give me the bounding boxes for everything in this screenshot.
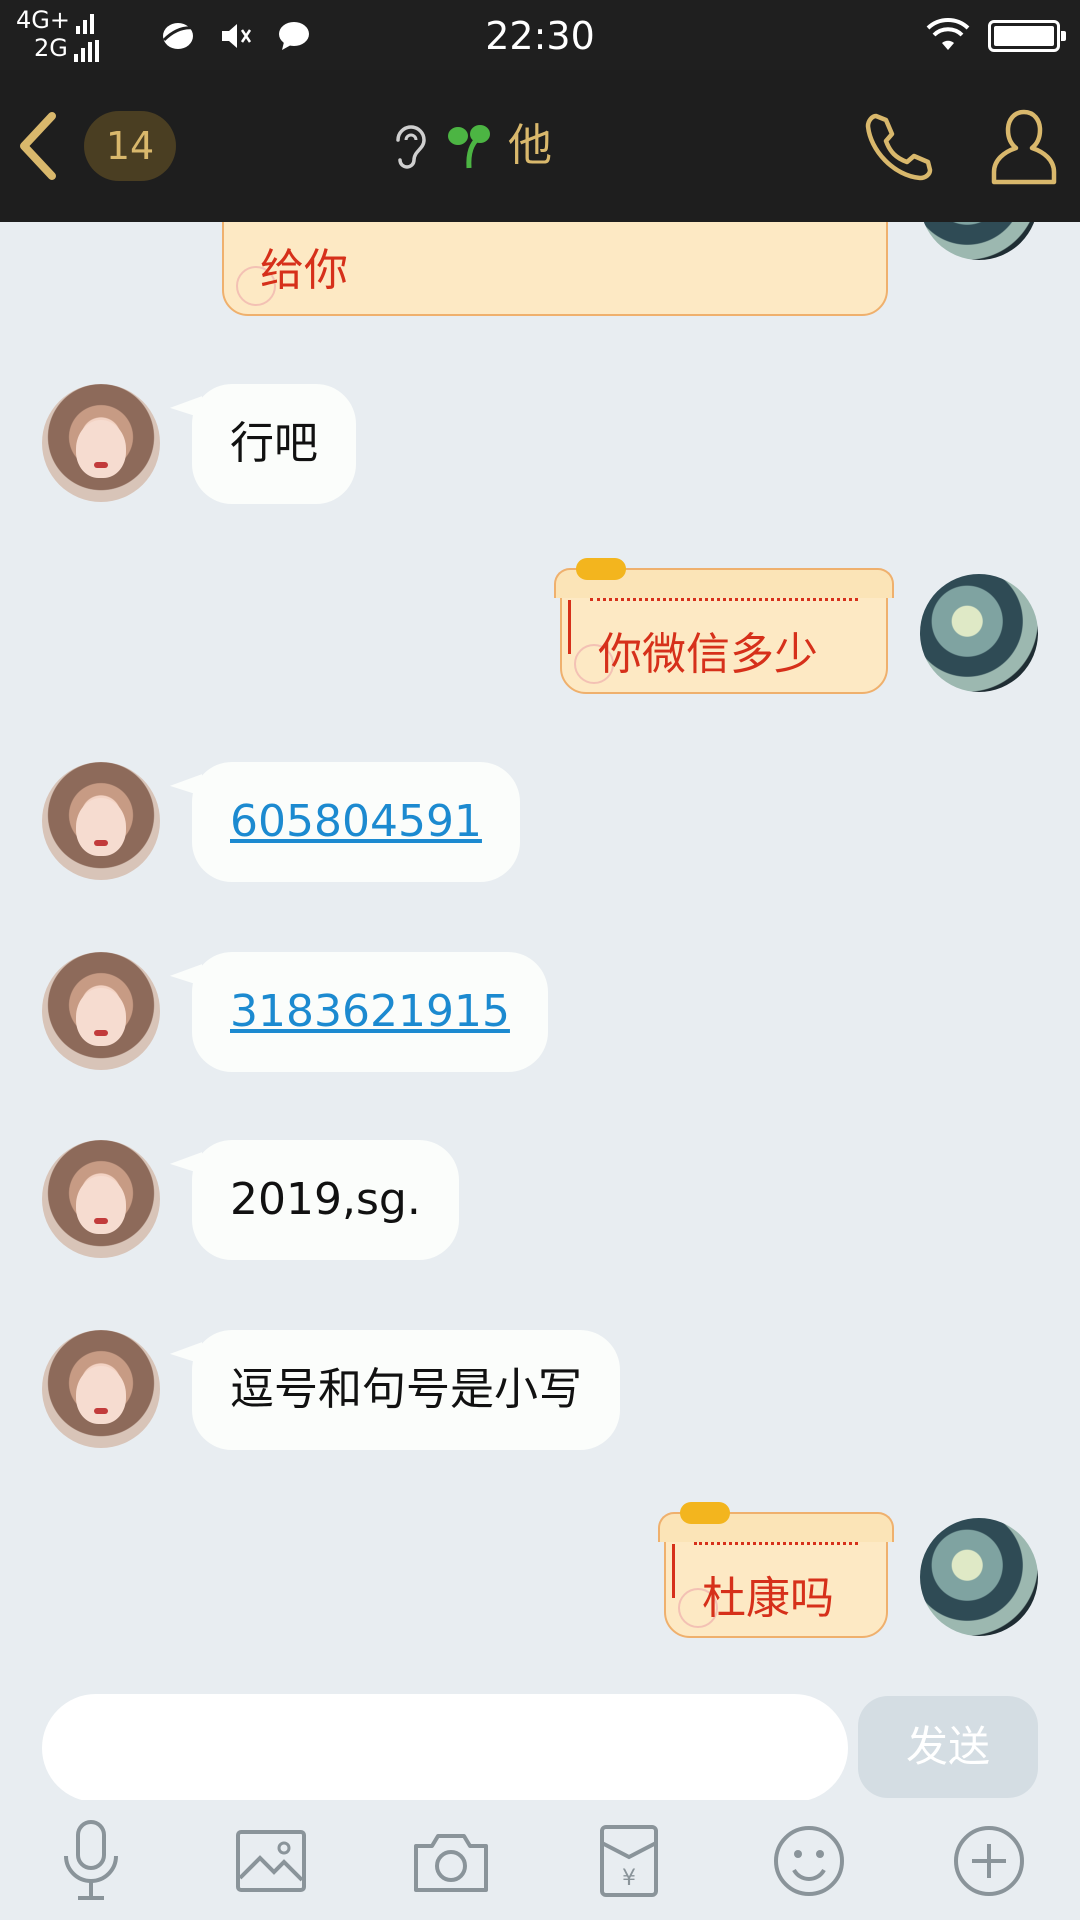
- page-title: 他: [508, 120, 552, 171]
- flower-decoration: [576, 558, 626, 580]
- message-text: 给你: [260, 245, 348, 296]
- message-text: 逗号和句号是小写: [230, 1364, 582, 1415]
- avatar[interactable]: [920, 574, 1038, 692]
- red-packet-icon[interactable]: ¥: [586, 1818, 672, 1904]
- clock: 22:30: [485, 14, 595, 58]
- avatar[interactable]: [42, 952, 160, 1070]
- message-bubble[interactable]: 你微信多少: [554, 558, 894, 694]
- message-text: 杜康吗: [702, 1573, 834, 1624]
- image-icon[interactable]: [228, 1818, 314, 1904]
- message-text: 行吧: [230, 418, 318, 469]
- sprout-icon: [448, 125, 490, 169]
- avatar[interactable]: [42, 762, 160, 880]
- input-toolbar: ¥: [0, 1800, 1080, 1920]
- phone-icon[interactable]: [862, 108, 940, 186]
- unread-count-badge[interactable]: 14: [84, 111, 176, 181]
- plus-icon[interactable]: [946, 1818, 1032, 1904]
- status-bar: 4G+ 2G 22:30: [0, 0, 1080, 70]
- wifi-icon: [926, 18, 970, 50]
- message-text: 你微信多少: [598, 629, 818, 680]
- emoji-icon[interactable]: [766, 1818, 852, 1904]
- profile-icon[interactable]: [988, 106, 1060, 188]
- message-bubble[interactable]: 3183621915: [192, 952, 548, 1072]
- message-link[interactable]: 605804591: [230, 796, 482, 847]
- message-bubble[interactable]: 605804591: [192, 762, 520, 882]
- chat-header: 14 他: [0, 70, 1080, 222]
- message-text: 2019,sg.: [230, 1174, 421, 1225]
- chat-title-area[interactable]: 他: [390, 116, 552, 176]
- microphone-icon[interactable]: [48, 1818, 134, 1904]
- avatar[interactable]: [42, 1330, 160, 1448]
- avatar[interactable]: [920, 1518, 1038, 1636]
- battery-icon: [988, 20, 1066, 52]
- send-button[interactable]: 发送: [858, 1696, 1038, 1798]
- avatar[interactable]: [42, 1140, 160, 1258]
- back-arrow-icon[interactable]: [10, 110, 70, 182]
- message-bubble[interactable]: 杜康吗: [658, 1502, 894, 1638]
- svg-text:¥: ¥: [622, 1866, 636, 1891]
- avatar[interactable]: [42, 384, 160, 502]
- composer: 发送: [0, 1670, 1080, 1802]
- ear-icon: [396, 125, 426, 169]
- avatar[interactable]: [920, 222, 1038, 260]
- message-bubble[interactable]: 给你: [222, 222, 888, 316]
- message-input[interactable]: [42, 1694, 848, 1802]
- message-link[interactable]: 3183621915: [230, 986, 510, 1037]
- flower-decoration: [680, 1502, 730, 1524]
- message-bubble[interactable]: 2019,sg.: [192, 1140, 459, 1260]
- camera-icon[interactable]: [408, 1818, 494, 1904]
- message-bubble[interactable]: 逗号和句号是小写: [192, 1330, 620, 1450]
- message-list[interactable]: 给你 行吧 你微信多少 605804591 3183621915 2019,sg…: [0, 222, 1080, 1670]
- message-bubble[interactable]: 行吧: [192, 384, 356, 504]
